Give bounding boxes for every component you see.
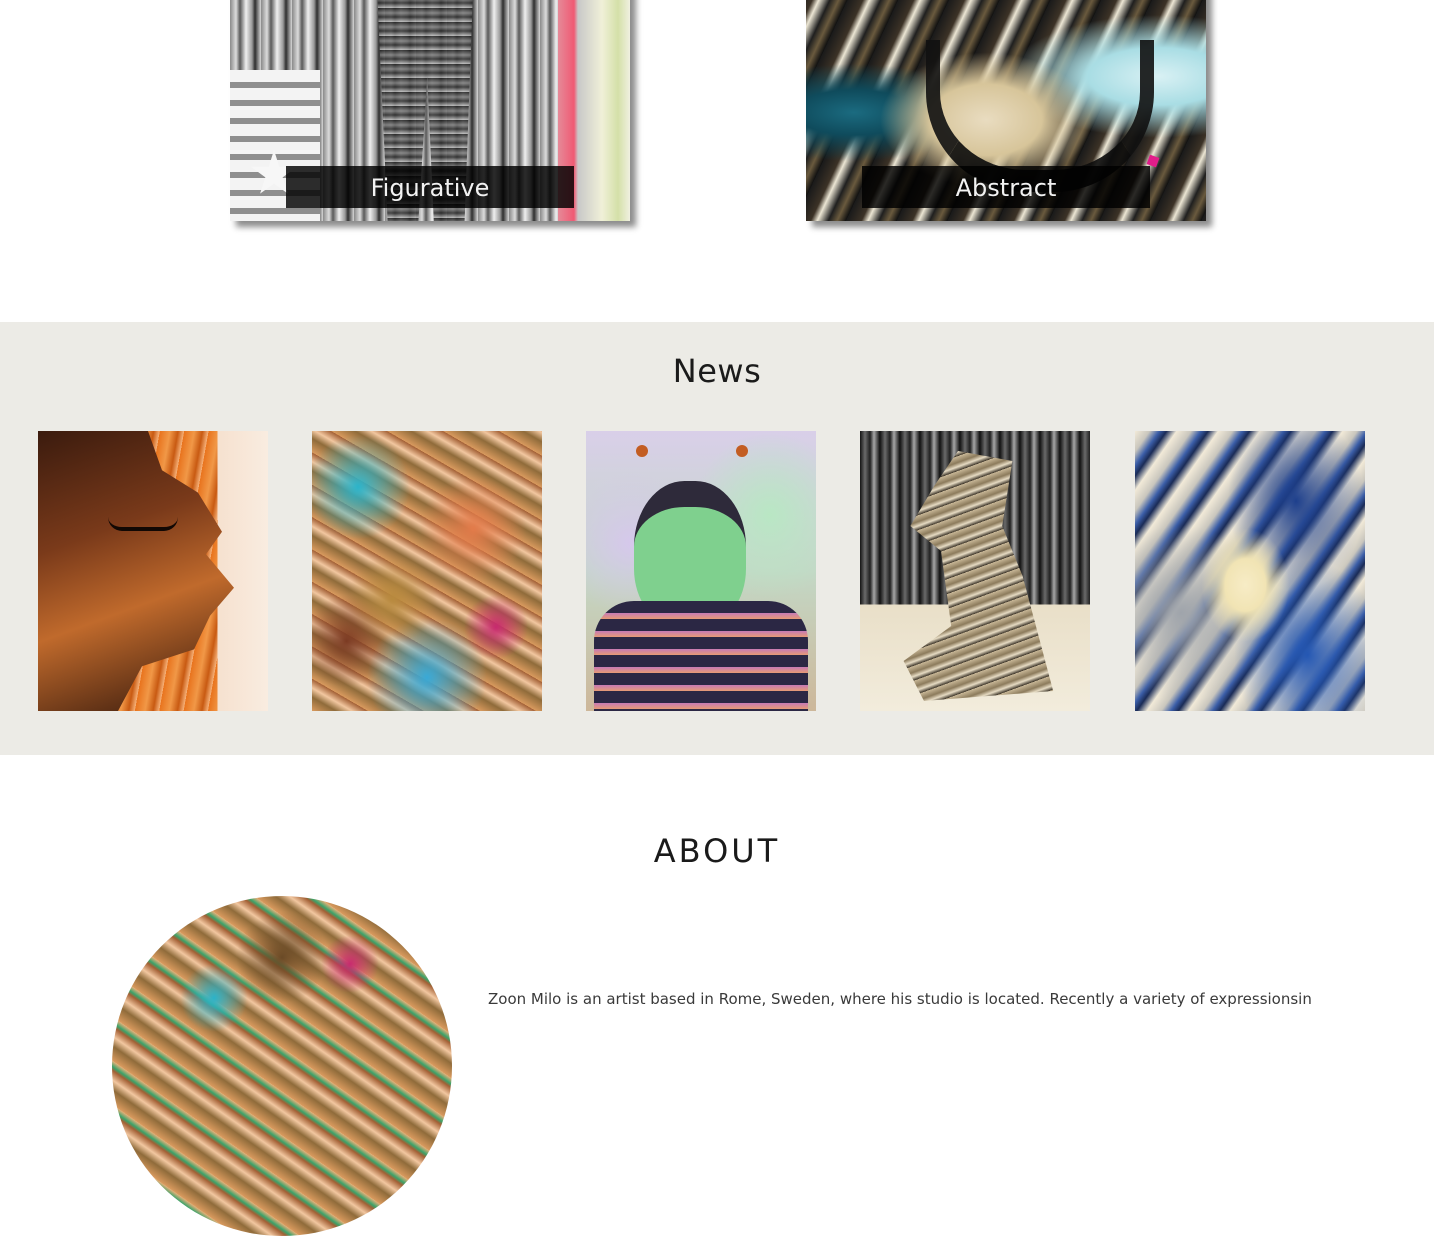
eye-shape — [108, 517, 178, 531]
profile-shape — [38, 431, 234, 711]
antenna-shape — [736, 445, 748, 457]
about-artwork-circle-image — [112, 896, 452, 1236]
skeleton-body-shape — [594, 601, 808, 711]
seated-figure-shape — [903, 451, 1054, 701]
news-section: News — [0, 322, 1434, 755]
abstract-category-label: Abstract — [862, 166, 1150, 208]
news-image — [38, 431, 268, 711]
about-heading: ABOUT — [653, 832, 781, 870]
news-item-colorful-abstract[interactable] — [312, 431, 542, 711]
news-image — [586, 431, 816, 711]
figurative-category-label: Figurative — [286, 166, 574, 208]
news-heading: News — [672, 352, 762, 390]
news-item-blue-abstract[interactable] — [1135, 431, 1365, 711]
figurative-category-card[interactable]: Figurative — [230, 0, 630, 221]
about-paragraph: Zoon Milo is an artist based in Rome, Sw… — [488, 990, 1312, 1008]
news-item-seated-figure[interactable] — [860, 431, 1090, 711]
abstract-category-card[interactable]: Abstract — [806, 0, 1206, 221]
news-item-skull-portrait[interactable] — [586, 431, 816, 711]
news-image — [1135, 431, 1365, 711]
antenna-shape — [636, 445, 648, 457]
news-image — [312, 431, 542, 711]
news-image — [860, 431, 1090, 711]
news-item-face-painting[interactable] — [38, 431, 268, 711]
